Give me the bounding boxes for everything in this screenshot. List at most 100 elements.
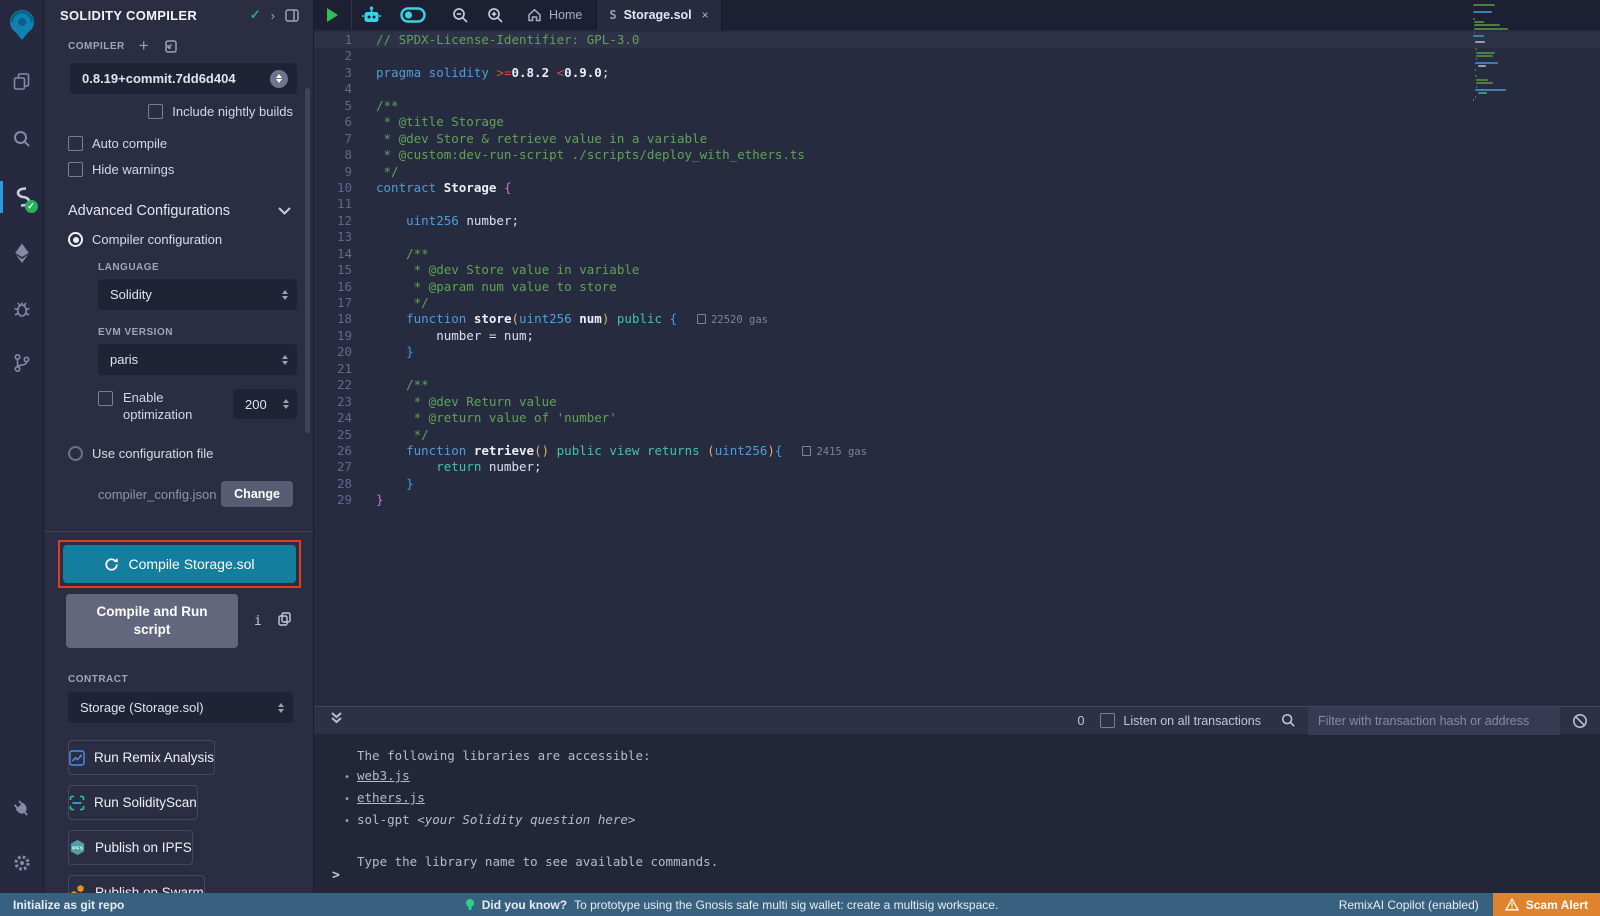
terminal-outro: Type the library name to see available c… (344, 852, 1600, 872)
svg-text:IPFS: IPFS (72, 846, 84, 852)
ethers-link[interactable]: ethers.js (357, 788, 425, 808)
spinner-arrows-icon (283, 399, 289, 409)
contract-select[interactable]: Storage (Storage.sol) (68, 692, 293, 723)
transaction-filter-input[interactable] (1308, 707, 1560, 735)
code-lines[interactable]: 1// SPDX-License-Identifier: GPL-3.023pr… (314, 30, 1600, 706)
terminal-search-icon[interactable] (1281, 713, 1296, 728)
terminal-intro: The following libraries are accessible: (344, 746, 1600, 766)
editor-area: Home S Storage.sol × 1// SPDX-License-Id… (314, 0, 1600, 706)
deploy-run-icon[interactable] (0, 233, 44, 273)
enable-optimization-checkbox[interactable] (98, 391, 113, 406)
web3-link[interactable]: web3.js (357, 766, 410, 786)
info-icon[interactable]: i (254, 614, 262, 629)
version-select-arrows-icon (270, 70, 288, 88)
import-compiler-icon[interactable] (163, 39, 178, 54)
zoom-out-icon (452, 7, 469, 24)
terminal-bar: 0 Listen on all transactions (314, 706, 1600, 734)
compiler-version-select[interactable]: 0.8.19+commit.7dd6d404 (70, 63, 297, 94)
solidityscan-icon (69, 795, 85, 811)
robot-icon (361, 6, 382, 24)
debugger-icon[interactable] (0, 289, 44, 329)
git-icon[interactable] (0, 343, 44, 383)
warning-triangle-icon (1505, 898, 1519, 911)
use-config-file-radio[interactable] (68, 446, 83, 461)
hide-warnings-checkbox[interactable] (68, 162, 83, 177)
ai-copilot-button[interactable] (352, 0, 391, 30)
did-you-know-tip: Did you know? To prototype using the Gno… (124, 898, 1338, 912)
evm-version-select[interactable]: paris (98, 344, 297, 375)
tab-home[interactable]: Home (513, 0, 596, 30)
solidity-compiler-icon[interactable]: ✓ (0, 177, 44, 217)
compiler-config-radio[interactable] (68, 232, 83, 247)
auto-compile-label: Auto compile (92, 136, 167, 151)
panel-scrollbar[interactable] (305, 88, 310, 433)
chevron-right-icon[interactable]: › (271, 8, 275, 23)
solidity-compiler-panel: SOLIDITY COMPILER ✓ › COMPILER + 0.8.19+… (44, 0, 314, 893)
use-config-file-label: Use configuration file (92, 446, 213, 461)
listen-transactions-label: Listen on all transactions (1123, 714, 1261, 728)
settings-gear-icon[interactable] (0, 843, 44, 883)
git-init-status[interactable]: Initialize as git repo (13, 898, 124, 912)
icon-rail: ✓ (0, 0, 44, 893)
double-chevron-down-icon (330, 711, 343, 725)
change-config-button[interactable]: Change (221, 481, 293, 507)
nightly-builds-checkbox[interactable] (148, 104, 163, 119)
play-icon (327, 8, 338, 22)
evm-version-label: EVM VERSION (98, 327, 313, 338)
advanced-configurations-header[interactable]: Advanced Configurations (68, 203, 291, 219)
section-divider (44, 531, 313, 532)
run-solidityscan-button[interactable]: Run SolidityScan (68, 785, 198, 820)
file-explorer-icon[interactable] (0, 61, 44, 101)
optimization-runs-input[interactable]: 200 (233, 389, 297, 419)
add-compiler-icon[interactable]: + (139, 36, 149, 56)
select-arrows-icon (282, 355, 288, 365)
copy-icon[interactable] (278, 612, 291, 630)
compile-button[interactable]: Compile Storage.sol (63, 545, 296, 583)
zoom-out-button[interactable] (443, 0, 478, 30)
editor-toolbar: Home S Storage.sol × (314, 0, 1600, 30)
collapse-terminal-button[interactable] (330, 711, 343, 730)
terminal-output: The following libraries are accessible: … (314, 734, 1600, 872)
transaction-count: 0 (1077, 714, 1084, 728)
pin-panel-icon[interactable] (285, 9, 299, 22)
copilot-toggle[interactable] (391, 0, 435, 30)
status-bar: Initialize as git repo Did you know? To … (0, 893, 1600, 916)
plugin-manager-icon[interactable] (0, 789, 44, 829)
clear-console-icon[interactable] (1572, 713, 1588, 729)
auto-compile-checkbox[interactable] (68, 136, 83, 151)
compiled-check-badge: ✓ (25, 200, 38, 213)
run-remix-analysis-button[interactable]: Run Remix Analysis (68, 740, 215, 775)
language-label: LANGUAGE (98, 262, 313, 273)
panel-title: SOLIDITY COMPILER (60, 8, 240, 23)
contract-section-label: CONTRACT (68, 674, 313, 685)
enable-optimization-label: Enable optimization (123, 389, 215, 423)
home-icon (527, 8, 542, 22)
terminal-prompt[interactable]: > (332, 868, 340, 883)
remix-ide: ✓ SOLIDITY COMPILER ✓ › COMPILER (0, 0, 1600, 916)
publish-ipfs-button[interactable]: IPFS Publish on IPFS (68, 830, 193, 865)
refresh-icon (104, 557, 119, 572)
tab-storage-sol[interactable]: S Storage.sol × (596, 0, 721, 30)
compile-status-check-icon: ✓ (250, 7, 261, 23)
remix-logo-icon[interactable] (0, 5, 44, 45)
search-icon[interactable] (0, 119, 44, 159)
copilot-status[interactable]: RemixAI Copilot (enabled) (1339, 898, 1479, 912)
zoom-in-icon (487, 7, 504, 24)
swarm-icon (69, 884, 86, 893)
language-select[interactable]: Solidity (98, 279, 297, 310)
minimap[interactable] (1473, 4, 1543, 134)
terminal: 0 Listen on all transactions The followi… (314, 706, 1600, 893)
toggle-on-icon (400, 7, 426, 23)
compile-highlight-box: Compile Storage.sol (58, 540, 301, 588)
publish-swarm-button[interactable]: Publish on Swarm (68, 875, 205, 893)
compile-and-run-script-button[interactable]: Compile and Run script (66, 594, 238, 648)
lightbulb-icon (465, 898, 475, 912)
listen-transactions-checkbox[interactable] (1100, 713, 1115, 728)
close-tab-icon[interactable]: × (702, 8, 709, 22)
scam-alert-button[interactable]: Scam Alert (1493, 893, 1600, 916)
hide-warnings-label: Hide warnings (92, 162, 174, 177)
solgpt-command: sol-gpt <your Solidity question here> (357, 810, 635, 830)
zoom-in-button[interactable] (478, 0, 513, 30)
select-arrows-icon (282, 290, 288, 300)
run-script-play-button[interactable] (314, 0, 351, 30)
